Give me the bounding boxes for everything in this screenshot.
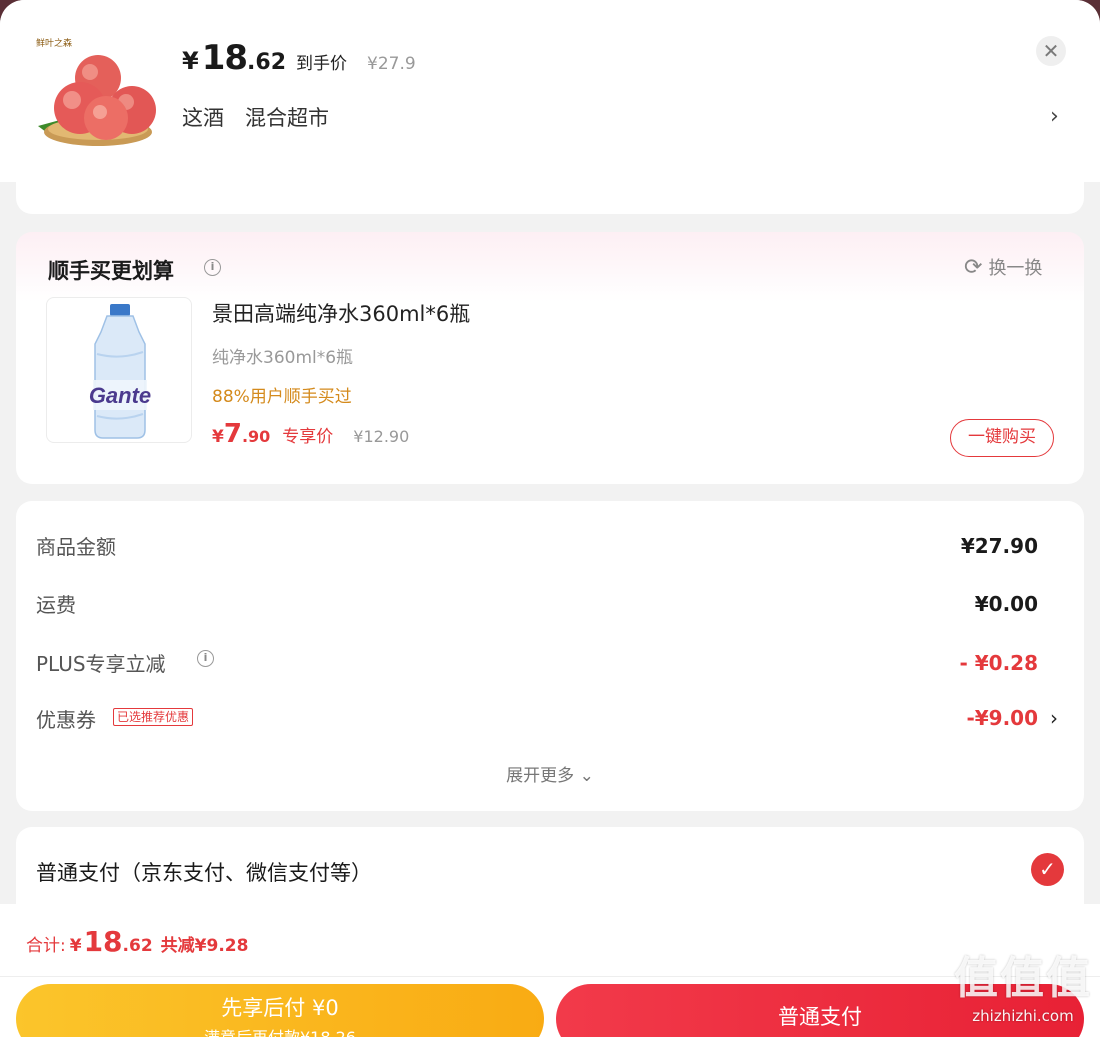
payment-method-label: 普通支付（京东支付、微信支付等） [36,861,372,885]
recommend-price-tag: 专享价 [282,427,334,447]
apple-basket-illustration [38,55,156,146]
expand-more-button[interactable]: 展开更多 ⌄ [16,761,1084,786]
recommend-item-price: ¥ 7 .90 专享价 ¥12.90 [212,419,409,449]
watermark-url: zhizhizhi.com [972,1007,1074,1025]
info-icon[interactable]: i [197,650,214,667]
water-product-image[interactable]: Gante [46,297,192,443]
total-label: 合计: [26,936,66,956]
shipping-label: 运费 [36,593,76,617]
recommend-price-currency: ¥ [212,427,224,447]
total-currency: ¥ [69,936,82,956]
coupon-label[interactable]: 优惠券 [36,704,96,733]
goods-amount-value: ¥27.90 [960,534,1038,558]
plus-discount-label: PLUS专享立减 [36,652,166,676]
addon-recommend-card: 顺手买更划算 i ⟳ 换一换 Gante 景田高端纯净水360ml*6瓶 纯净水… [16,232,1084,484]
recommend-original-price: ¥12.90 [353,427,410,446]
coupon-value[interactable]: -¥9.00 [966,706,1038,730]
one-click-buy-button[interactable]: 一键购买 [950,419,1054,457]
water-bottle-illustration: Gante [89,304,151,439]
refresh-icon: ⟳ [964,254,983,280]
product-image: 鲜叶之森 [32,34,162,162]
recommend-price-integer: 7 [223,419,242,449]
recommend-item-name[interactable]: 景田高端纯净水360ml*6瓶 [212,298,470,328]
order-confirm-sheet: 鲜叶之森 ¥ 18 .62 到手价 ¥27.9 这酒 混合超市 ✕ › 顺手买更… [0,0,1100,1037]
total-decimal: .62 [122,936,153,956]
pay-later-button[interactable]: 先享后付 ¥0 满意后再付款¥18.26 [16,984,544,1037]
chevron-right-icon[interactable]: › [1050,104,1059,129]
price-decimal: .62 [247,50,287,75]
watermark: 值值值 zhizhizhi.com [950,951,1096,1033]
plus-discount-value: - ¥0.28 [959,651,1038,675]
recommend-title: 顺手买更划算 [48,259,174,283]
coupon-recommend-badge: 已选推荐优惠 [113,708,194,726]
svg-text:Gante: Gante [89,383,151,408]
price-integer: 18 [201,38,248,78]
shop-name[interactable]: 这酒 混合超市 [182,102,329,132]
watermark-logo: 值值值 [954,953,1092,1004]
product-image-brand: 鲜叶之森 [36,39,73,49]
chevron-right-icon[interactable]: › [1050,706,1058,730]
swap-label: 换一换 [988,258,1043,279]
info-icon[interactable]: i [204,259,221,276]
pay-later-sub: 满意后再付款¥18.26 [16,1024,544,1037]
recommend-item-bought: 88%用户顺手买过 [212,387,352,407]
recommend-item-spec: 纯净水360ml*6瓶 [212,348,354,368]
total-integer: 18 [83,925,123,958]
divider [0,976,1100,977]
order-total: 合计: ¥ 18 .62 共减¥9.28 [26,925,248,958]
total-saved: 共减¥9.28 [160,936,249,956]
shipping-value: ¥0.00 [974,592,1038,616]
goods-amount-label: 商品金额 [36,535,116,559]
original-price: ¥27.9 [367,54,416,74]
product-header: 鲜叶之森 ¥ 18 .62 到手价 ¥27.9 这酒 混合超市 ✕ › [0,0,1100,182]
product-price: ¥ 18 .62 到手价 ¥27.9 [182,38,416,82]
price-currency: ¥ [182,47,199,75]
pay-later-label: 先享后付 ¥0 [221,996,339,1020]
close-icon[interactable]: ✕ [1036,36,1066,66]
checkout-bar: 合计: ¥ 18 .62 共减¥9.28 先享后付 ¥0 满意后再付款¥18.2… [0,904,1100,1037]
header-card-bottom [16,182,1084,214]
price-summary-card: 商品金额 ¥27.90 运费 ¥0.00 PLUS专享立减 i - ¥0.28 … [16,501,1084,811]
check-icon[interactable]: ✓ [1031,853,1064,886]
recommend-price-decimal: .90 [241,427,271,446]
swap-button[interactable]: ⟳ 换一换 [964,254,1042,280]
price-tag: 到手价 [296,54,348,74]
